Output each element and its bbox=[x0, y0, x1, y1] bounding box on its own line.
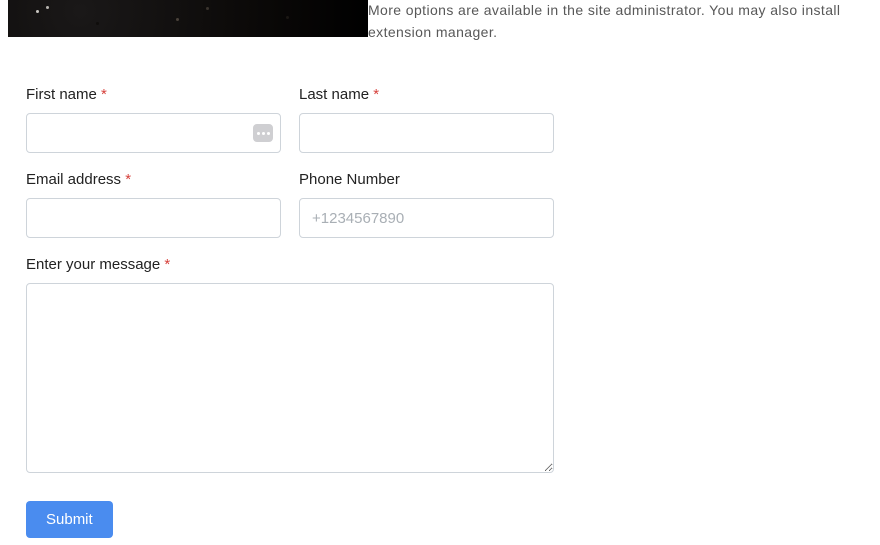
row-contact: Email address * Phone Number bbox=[26, 171, 554, 238]
hero-image bbox=[8, 0, 368, 37]
submit-button[interactable]: Submit bbox=[26, 501, 113, 538]
email-group: Email address * bbox=[26, 171, 281, 238]
message-textarea[interactable] bbox=[26, 283, 554, 473]
first-name-label-text: First name bbox=[26, 86, 97, 103]
autofill-icon[interactable] bbox=[253, 124, 273, 142]
email-label-text: Email address bbox=[26, 171, 121, 188]
phone-label: Phone Number bbox=[299, 171, 554, 188]
contact-form: First name * Last name * bbox=[26, 86, 554, 538]
required-marker: * bbox=[373, 86, 379, 103]
message-group: Enter your message * bbox=[26, 256, 554, 477]
first-name-label: First name * bbox=[26, 86, 281, 103]
last-name-label-text: Last name bbox=[299, 86, 369, 103]
required-marker: * bbox=[101, 86, 107, 103]
phone-label-text: Phone Number bbox=[299, 171, 400, 188]
email-input[interactable] bbox=[26, 198, 281, 238]
required-marker: * bbox=[125, 171, 131, 188]
first-name-group: First name * bbox=[26, 86, 281, 153]
phone-input[interactable] bbox=[299, 198, 554, 238]
message-label-text: Enter your message bbox=[26, 256, 160, 273]
page: More options are available in the site a… bbox=[0, 0, 880, 545]
last-name-group: Last name * bbox=[299, 86, 554, 153]
first-name-input-wrap bbox=[26, 113, 281, 153]
message-label: Enter your message * bbox=[26, 256, 554, 273]
phone-group: Phone Number bbox=[299, 171, 554, 238]
row-name: First name * Last name * bbox=[26, 86, 554, 153]
first-name-input[interactable] bbox=[26, 113, 281, 153]
last-name-label: Last name * bbox=[299, 86, 554, 103]
description-text: More options are available in the site a… bbox=[368, 0, 876, 43]
last-name-input[interactable] bbox=[299, 113, 554, 153]
email-label: Email address * bbox=[26, 171, 281, 188]
required-marker: * bbox=[164, 256, 170, 273]
